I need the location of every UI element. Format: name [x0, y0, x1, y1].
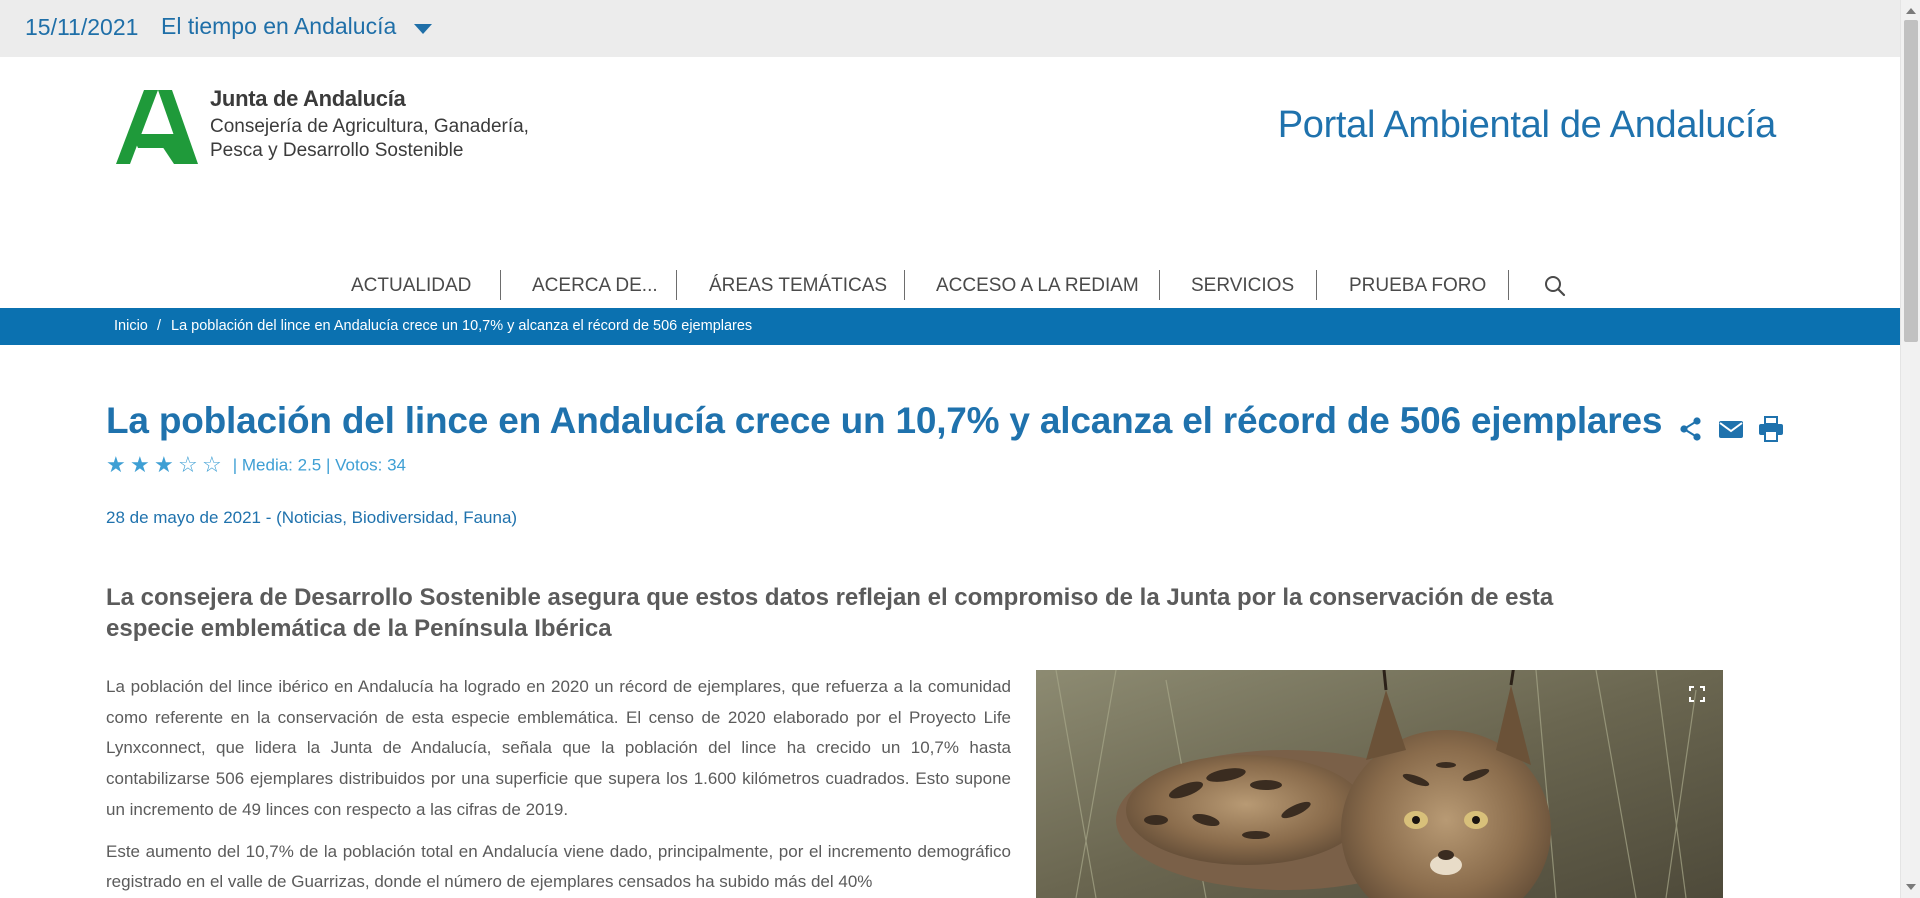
lynx-image — [1036, 670, 1723, 898]
logo-subtitle-2: Pesca y Desarrollo Sostenible — [210, 140, 464, 161]
weather-bar: 15/11/2021 El tiempo en Andalucía — [0, 0, 1900, 57]
star-filled-icon[interactable]: ★ — [154, 454, 178, 476]
star-filled-icon[interactable]: ★ — [106, 454, 130, 476]
share-icon[interactable] — [1678, 416, 1704, 442]
article-dateline: 28 de mayo de 2021 - (Noticias, Biodiver… — [106, 508, 518, 527]
lynx-photo[interactable] — [1036, 670, 1723, 898]
print-icon[interactable] — [1758, 416, 1784, 442]
article-rating: ★ ★ ★ ☆ ☆ | Media: 2.5 | Votos: 34 — [106, 454, 406, 477]
portal-title[interactable]: Portal Ambiental de Andalucía — [1278, 104, 1777, 147]
rating-meta: | Media: 2.5 | Votos: 34 — [232, 455, 407, 475]
scrollbar-thumb[interactable] — [1904, 20, 1918, 342]
nav-divider — [1316, 270, 1317, 300]
main-nav: ACTUALIDAD ACERCA DE... ÁREAS TEMÁTICAS … — [0, 268, 1900, 304]
junta-logo[interactable]: Junta de Andalucía Consejería de Agricul… — [114, 86, 534, 172]
star-empty-icon[interactable]: ☆ — [202, 454, 226, 476]
star-empty-icon[interactable]: ☆ — [178, 454, 202, 476]
logo-title: Junta de Andalucía — [210, 86, 406, 111]
star-filled-icon[interactable]: ★ — [130, 454, 154, 476]
nav-item-areas-tematicas[interactable]: ÁREAS TEMÁTICAS — [709, 275, 887, 297]
expand-icon[interactable] — [1689, 686, 1705, 702]
nav-item-servicios[interactable]: SERVICIOS — [1191, 275, 1294, 297]
breadcrumb: Inicio / La población del lince en Andal… — [0, 308, 1900, 345]
current-date: 15/11/2021 — [25, 14, 139, 40]
breadcrumb-separator: / — [157, 318, 162, 334]
nav-divider — [904, 270, 905, 300]
scroll-up-arrow-icon[interactable] — [1906, 8, 1916, 14]
scroll-down-arrow-icon[interactable] — [1906, 884, 1916, 890]
logo-subtitle-1: Consejería de Agricultura, Ganadería, — [210, 116, 529, 137]
nav-item-prueba-foro[interactable]: PRUEBA FORO — [1349, 275, 1486, 297]
caret-down-icon[interactable] — [414, 24, 432, 34]
page-scrollbar[interactable] — [1900, 0, 1920, 898]
article-body: La población del lince ibérico en Andalu… — [106, 672, 1011, 898]
article-paragraph: La población del lince ibérico en Andalu… — [106, 677, 1011, 819]
article-lead: La consejera de Desarrollo Sostenible as… — [106, 584, 1554, 642]
nav-divider — [1508, 270, 1509, 300]
nav-divider — [500, 270, 501, 300]
nav-item-actualidad[interactable]: ACTUALIDAD — [351, 275, 471, 297]
article-title: La población del lince en Andalucía crec… — [106, 400, 1663, 441]
junta-a-logo-icon — [116, 90, 198, 164]
breadcrumb-current: La población del lince en Andalucía crec… — [171, 318, 753, 334]
breadcrumb-home[interactable]: Inicio — [114, 318, 148, 334]
rating-stars[interactable]: ★ ★ ★ ☆ ☆ — [106, 454, 226, 477]
nav-divider — [676, 270, 677, 300]
nav-item-acceso-rediam[interactable]: ACCESO A LA REDIAM — [936, 275, 1139, 297]
weather-link[interactable]: El tiempo en Andalucía — [161, 13, 396, 40]
email-icon[interactable] — [1718, 416, 1744, 442]
article-paragraph: Este aumento del 10,7% de la población t… — [106, 841, 1011, 892]
nav-divider — [1159, 270, 1160, 300]
search-icon[interactable] — [1544, 275, 1566, 297]
nav-item-acerca-de[interactable]: ACERCA DE... — [532, 275, 658, 297]
